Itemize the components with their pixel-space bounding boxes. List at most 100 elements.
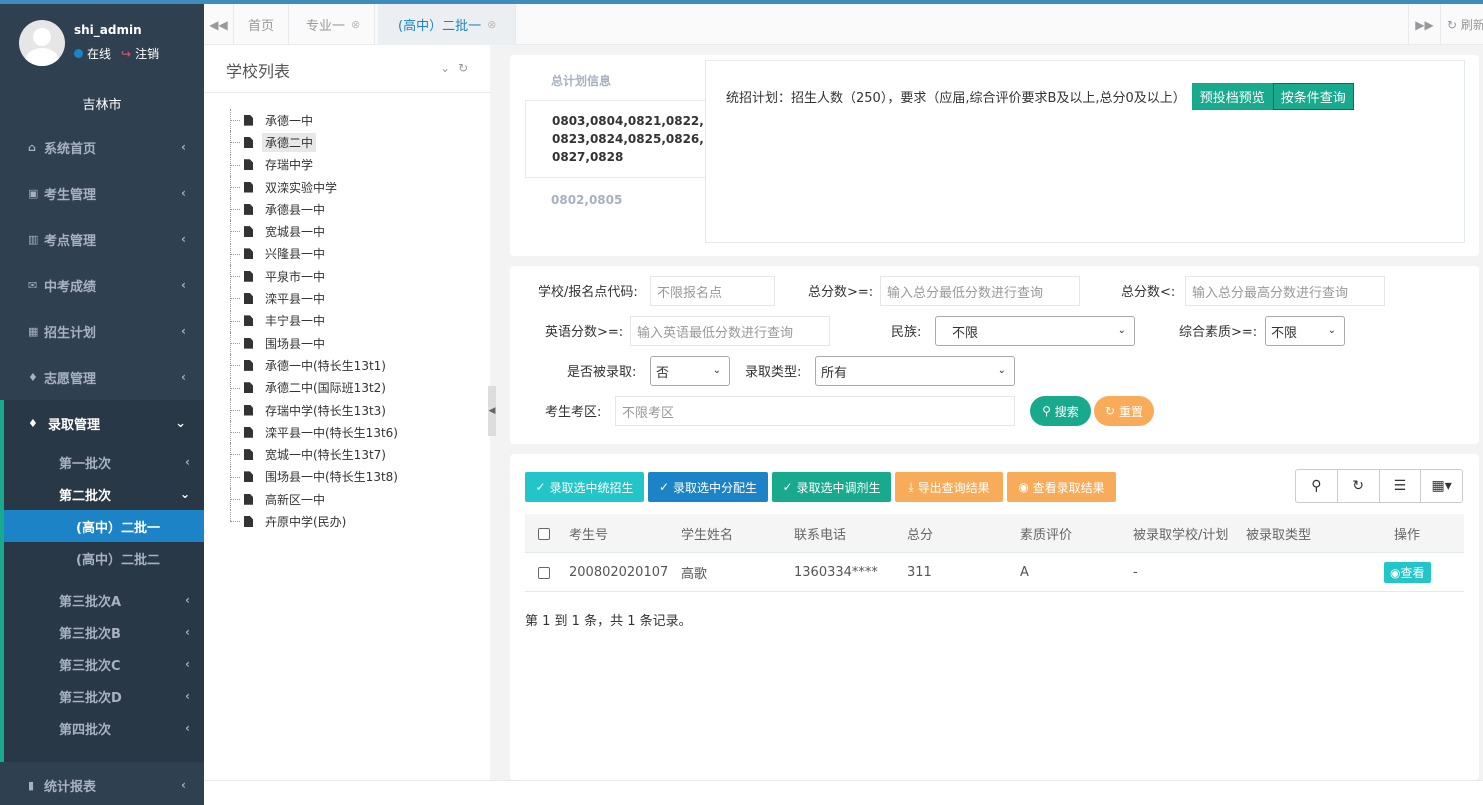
tree-node[interactable]: 宽城县一中 bbox=[230, 220, 401, 243]
tree-node[interactable]: 宽城一中(特长生13t7) bbox=[230, 443, 401, 466]
tree-node[interactable]: 存瑞中学(特长生13t3) bbox=[230, 398, 401, 421]
sidebar-item-batch3a[interactable]: 第三批次A ‹ bbox=[4, 584, 204, 616]
column-header[interactable]: 素质评价 bbox=[1020, 514, 1072, 553]
tab-batch2-1[interactable]: (高中）二批一 ⊗ bbox=[378, 4, 516, 45]
refresh-icon[interactable]: ↻ bbox=[1338, 470, 1380, 502]
sidebar-item-home[interactable]: ⌂ 系统首页 ‹ bbox=[0, 124, 204, 170]
admit-allocated-button[interactable]: ✓ 录取选中分配生 bbox=[648, 472, 768, 502]
admit-unified-button[interactable]: ✓ 录取选中统招生 bbox=[525, 472, 644, 502]
sidebar-item-plan[interactable]: ▦ 招生计划 ‹ bbox=[0, 308, 204, 354]
max-total-input[interactable]: 输入总分最高分数进行查询 bbox=[1185, 276, 1385, 306]
tree-node[interactable]: 围场县一中 bbox=[230, 331, 401, 354]
admission-type-select[interactable]: 所有 ⌄ bbox=[815, 356, 1015, 386]
tree-node-label: 存瑞中学 bbox=[265, 158, 314, 173]
column-header[interactable]: 考生号 bbox=[569, 514, 608, 553]
tree-node[interactable]: 平泉市一中 bbox=[230, 265, 401, 288]
avatar[interactable] bbox=[19, 20, 65, 66]
row-checkbox[interactable] bbox=[538, 553, 550, 592]
tree-node[interactable]: 滦平县一中(特长生13t6) bbox=[230, 421, 401, 444]
file-icon bbox=[244, 359, 253, 371]
chevron-down-icon: ⌄ bbox=[997, 365, 1006, 376]
chevron-left-icon: ‹ bbox=[181, 370, 186, 384]
admitted-select[interactable]: 否 ⌄ bbox=[650, 356, 730, 386]
column-header[interactable]: 联系电话 bbox=[794, 514, 846, 553]
sidebar-item-batch2[interactable]: 第二批次 ⌄ bbox=[4, 478, 204, 510]
quality-select[interactable]: 不限 ⌄ bbox=[1265, 316, 1345, 346]
export-button[interactable]: ⤓ 导出查询结果 bbox=[895, 472, 1003, 502]
view-results-button[interactable]: ◉ 查看录取结果 bbox=[1007, 472, 1116, 502]
column-header[interactable]: 被录取类型 bbox=[1246, 514, 1311, 553]
reset-button[interactable]: ↻ 重置 bbox=[1094, 396, 1154, 426]
query-by-condition-button[interactable]: 按条件查询 bbox=[1272, 83, 1354, 110]
logout-icon[interactable]: ↪ bbox=[121, 47, 131, 61]
sidebar-item-batch1[interactable]: 第一批次 ‹ bbox=[4, 446, 204, 478]
file-icon bbox=[244, 159, 253, 171]
preview-button[interactable]: 预投档预览 bbox=[1191, 83, 1273, 110]
view-button[interactable]: ◉查看 bbox=[1384, 562, 1431, 583]
table-row[interactable]: 200802020107 高歌 1360334**** 311 A - ◉查看 bbox=[525, 553, 1464, 592]
tree-node[interactable]: 存瑞中学 bbox=[230, 153, 401, 176]
english-input[interactable]: 输入英语最低分数进行查询 bbox=[630, 316, 830, 346]
sidebar-item-batch3c[interactable]: 第三批次C ‹ bbox=[4, 648, 204, 680]
tab-home[interactable]: 首页 bbox=[234, 4, 290, 45]
column-header[interactable]: 总分 bbox=[907, 514, 933, 553]
refresh-icon[interactable]: ↻ bbox=[458, 61, 468, 75]
sidebar-item-stats[interactable]: ▮ 统计报表 ‹ bbox=[0, 762, 204, 805]
collapse-left-icon[interactable]: ◀ bbox=[489, 406, 496, 416]
min-total-input[interactable]: 输入总分最低分数进行查询 bbox=[880, 276, 1080, 306]
sidebar-item-batch2-2[interactable]: (高中）二批二 bbox=[4, 542, 204, 574]
admit-adjusted-button[interactable]: ✓ 录取选中调剂生 bbox=[772, 472, 891, 502]
tab-major1[interactable]: 专业一 ⊗ bbox=[292, 4, 376, 45]
tree-node[interactable]: 高新区一中 bbox=[230, 488, 401, 511]
sidebar-item-batch3d[interactable]: 第三批次D ‹ bbox=[4, 680, 204, 712]
panel-splitter[interactable]: ◀ bbox=[488, 386, 496, 436]
sidebar-item-batch2-1[interactable]: (高中）二批一 bbox=[4, 510, 204, 542]
columns-icon[interactable]: ▦▾ bbox=[1421, 470, 1462, 502]
column-header[interactable]: 学生姓名 bbox=[681, 514, 733, 553]
checkbox[interactable] bbox=[538, 566, 550, 579]
close-icon[interactable]: ⊗ bbox=[351, 18, 360, 31]
tree-node[interactable]: 滦平县一中 bbox=[230, 287, 401, 310]
tree-node[interactable]: 承德一中 bbox=[230, 109, 401, 131]
sidebar-item-wish[interactable]: ♦ 志愿管理 ‹ bbox=[0, 354, 204, 400]
checkbox[interactable] bbox=[538, 527, 550, 540]
select-all-checkbox[interactable] bbox=[538, 514, 550, 553]
sidebar-item-students[interactable]: ▣ 考生管理 ‹ bbox=[0, 170, 204, 216]
district-input[interactable]: 不限考区 bbox=[615, 396, 1015, 426]
tab-scroll-right-icon[interactable]: ▶▶ bbox=[1408, 4, 1440, 45]
sidebar-item-batch4[interactable]: 第四批次 ‹ bbox=[4, 712, 204, 744]
refresh-tab-button[interactable]: ↻ 刷新 bbox=[1440, 4, 1483, 45]
main-content: 总计划信息 0803,0804,0821,0822, 0823,0824,082… bbox=[496, 45, 1483, 780]
tree-node[interactable]: 承德二中(国际班13t2) bbox=[230, 376, 401, 399]
tab-plan-codes-2[interactable]: 0802,0805 bbox=[525, 178, 705, 222]
sidebar-item-sites[interactable]: ▥ 考点管理 ‹ bbox=[0, 216, 204, 262]
district-label: 考生考区: bbox=[545, 405, 602, 420]
tree-node[interactable]: 承德县一中 bbox=[230, 198, 401, 221]
search-icon[interactable]: ⚲ bbox=[1296, 470, 1338, 502]
tree-node[interactable]: 承德二中 bbox=[230, 131, 401, 154]
ethnic-select[interactable]: 不限 ⌄ bbox=[935, 316, 1135, 346]
plan-summary: 统招计划：招生人数（250），要求（应届,综合评价要求B及以上,总分0及以上） bbox=[726, 91, 1186, 106]
toggle-view-icon[interactable]: ☰ bbox=[1380, 470, 1422, 502]
tab-total-plan[interactable]: 总计划信息 bbox=[525, 60, 705, 100]
close-icon[interactable]: ⊗ bbox=[487, 18, 496, 31]
sidebar-item-label: 第三批次A bbox=[59, 594, 122, 610]
search-button[interactable]: ⚲ 搜索 bbox=[1030, 396, 1091, 426]
sidebar-item-admission[interactable]: ♦ 录取管理 ⌄ bbox=[4, 400, 204, 446]
tree-node[interactable]: 承德一中(特长生13t1) bbox=[230, 354, 401, 377]
tree-node[interactable]: 丰宁县一中 bbox=[230, 309, 401, 332]
logout-link[interactable]: 注销 bbox=[135, 45, 159, 62]
school-code-input[interactable]: 不限报名点 bbox=[650, 276, 775, 306]
tree-node[interactable]: 围场县一中(特长生13t8) bbox=[230, 465, 401, 488]
tree-node[interactable]: 卉原中学(民办) bbox=[230, 510, 401, 532]
tree-node[interactable]: 兴隆县一中 bbox=[230, 242, 401, 265]
sidebar-item-label: 第一批次 bbox=[59, 456, 112, 472]
collapse-icon[interactable]: ⌄ bbox=[440, 61, 450, 75]
sidebar-item-batch3b[interactable]: 第三批次B ‹ bbox=[4, 616, 204, 648]
tree-node[interactable]: 双滦实验中学 bbox=[230, 175, 401, 198]
tab-plan-codes-1[interactable]: 0803,0804,0821,0822, 0823,0824,0825,0826… bbox=[525, 100, 705, 178]
tab-scroll-left-icon[interactable]: ◀◀ bbox=[204, 4, 234, 45]
sidebar-item-scores[interactable]: ✉ 中考成绩 ‹ bbox=[0, 262, 204, 308]
column-header[interactable]: 被录取学校/计划 bbox=[1133, 514, 1228, 553]
cell-total: 311 bbox=[907, 565, 932, 580]
